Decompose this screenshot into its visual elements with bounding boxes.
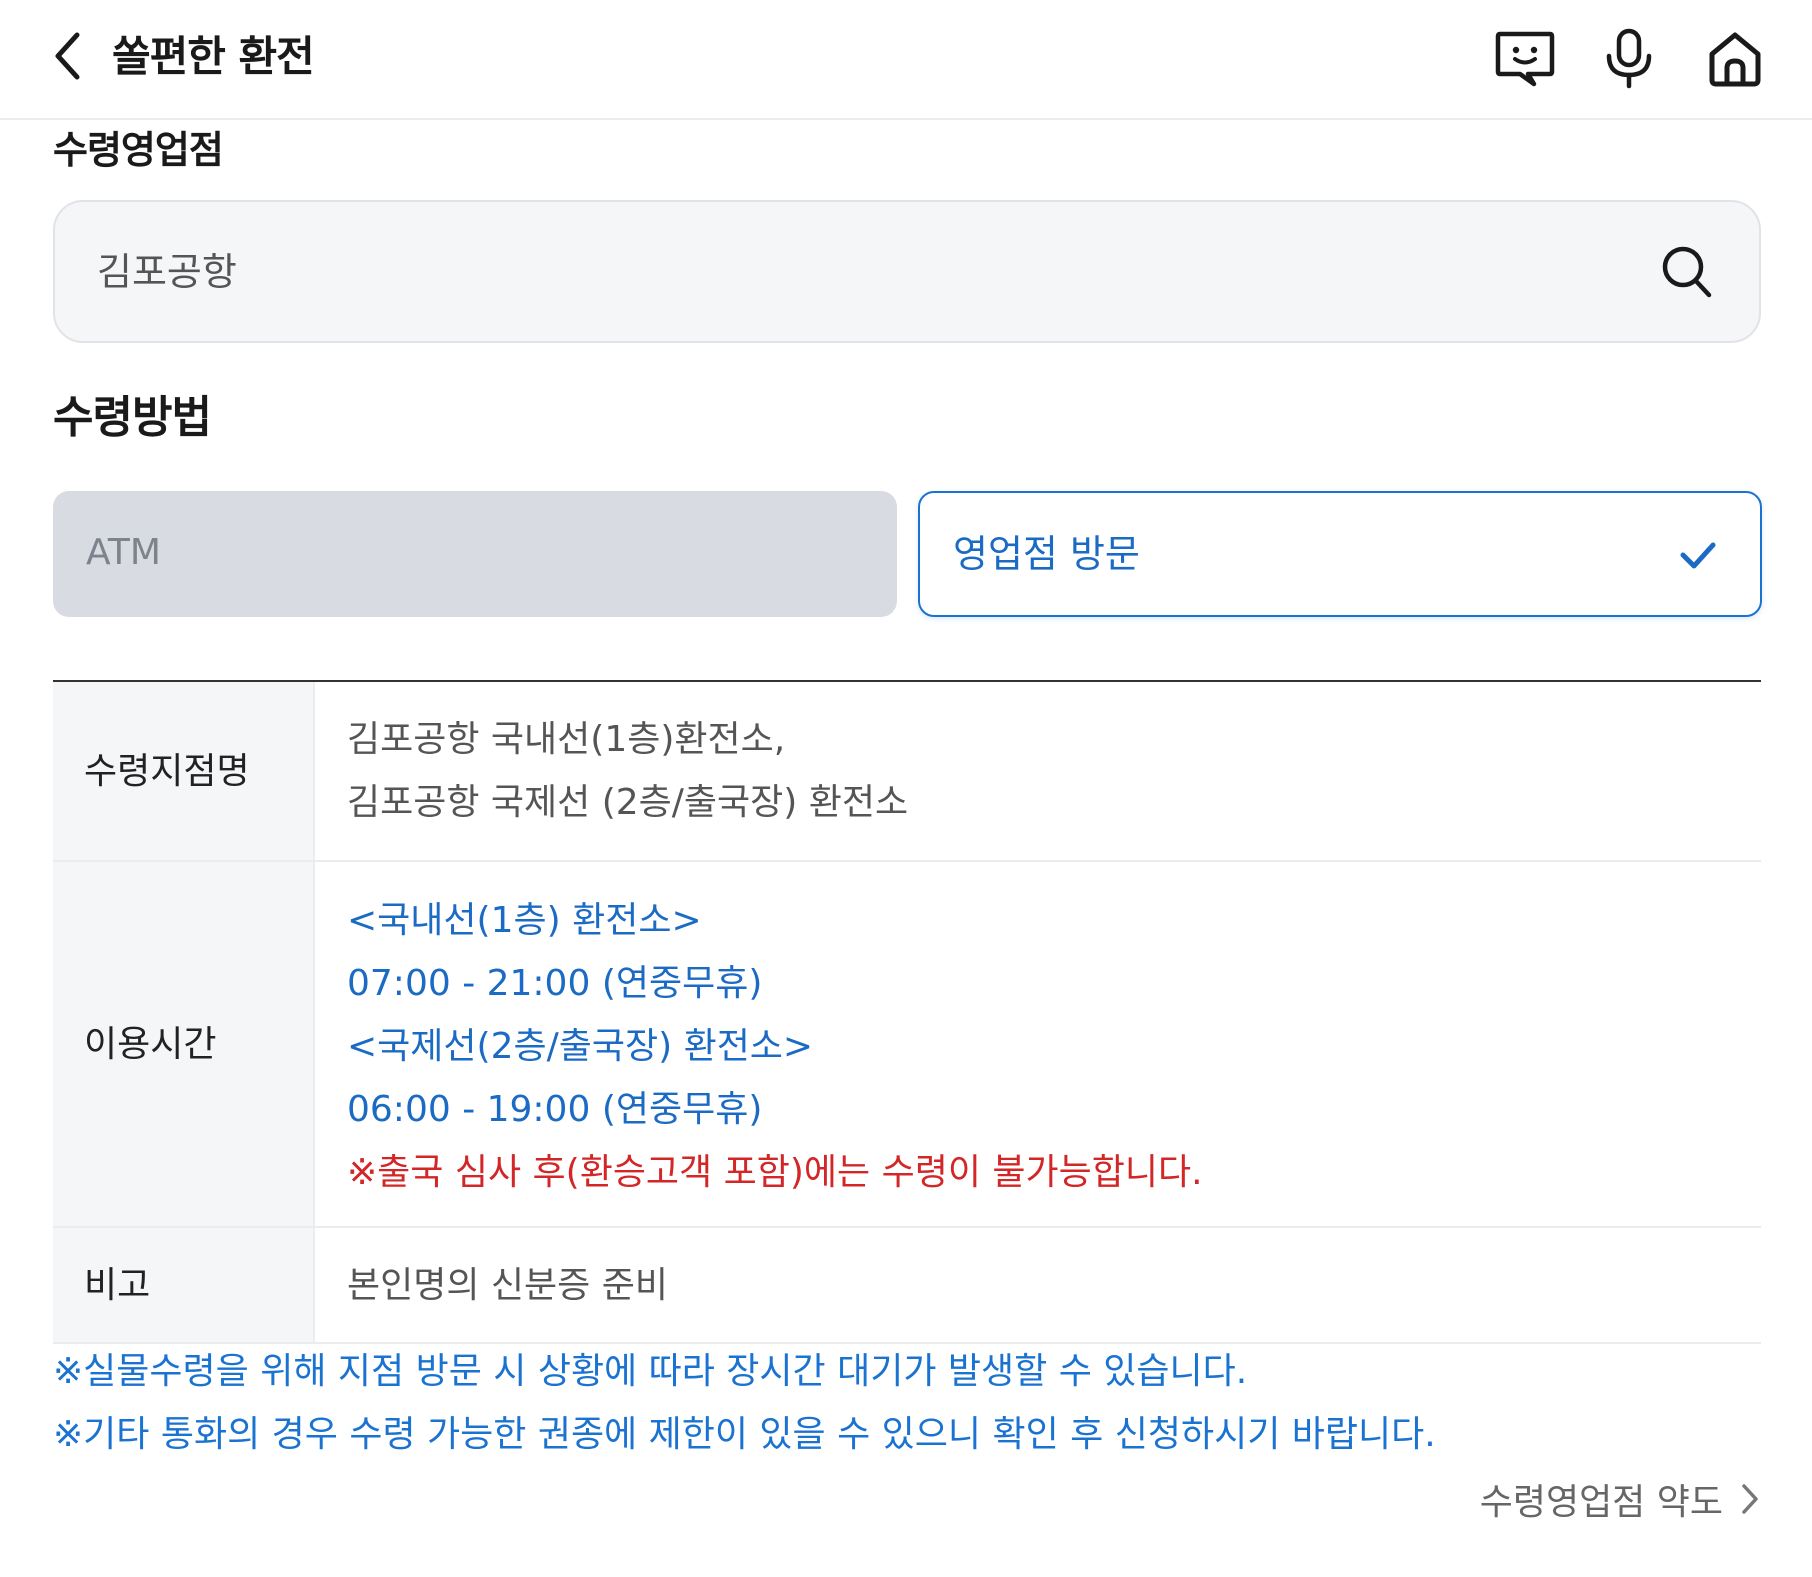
row-header: 이용시간 <box>84 1024 217 1065</box>
row-header: 비고 <box>84 1265 151 1306</box>
notice-item: ※실물수령을 위해 지점 방문 시 상황에 따라 장시간 대기가 발생할 수 있… <box>53 1351 1248 1392</box>
hours-line: 06:00 - 19:00 (연중무휴) <box>347 1089 763 1130</box>
back-icon <box>55 32 80 80</box>
method-label: 수령방법 <box>53 392 212 443</box>
branch-name-line: 김포공항 국내선(1층)환전소, <box>347 719 786 760</box>
branch-label: 수령영업점 <box>53 128 224 172</box>
branch-name-line: 김포공항 국제선 (2층/출국장) 환전소 <box>347 782 909 823</box>
home-button[interactable] <box>1700 24 1770 94</box>
notice-item: ※기타 통화의 경우 수령 가능한 권종에 제한이 있을 수 있으니 확인 후 … <box>53 1414 1436 1455</box>
hours-line: <국제선(2층/출국장) 환전소> <box>347 1026 814 1067</box>
hours-warning: ※출국 심사 후(환승고객 포함)에는 수령이 불가능합니다. <box>347 1152 1203 1193</box>
row-value-cell: 본인명의 신분증 준비 <box>347 1254 1761 1317</box>
chatbot-button[interactable] <box>1490 24 1560 94</box>
chatbot-icon <box>1495 31 1555 87</box>
chevron-right-icon <box>1742 1484 1758 1514</box>
method-option-label: ATM <box>86 532 161 573</box>
check-icon <box>1680 542 1716 569</box>
row-value-cell: <국내선(1층) 환전소> 07:00 - 21:00 (연중무휴) <국제선(… <box>347 889 1761 1204</box>
row-header-cell: 비고 <box>53 1228 315 1342</box>
method-option-label: 영업점 방문 <box>953 532 1140 576</box>
search-button[interactable] <box>1659 242 1715 302</box>
method-option-branch-visit[interactable]: 영업점 방문 <box>918 491 1762 617</box>
row-header: 수령지점명 <box>84 751 250 792</box>
microphone-icon <box>1606 28 1652 89</box>
method-option-atm[interactable]: ATM <box>53 491 897 617</box>
home-icon <box>1709 32 1761 87</box>
table-row-branch-name: 수령지점명 김포공항 국내선(1층)환전소, 김포공항 국제선 (2층/출국장)… <box>53 682 1761 862</box>
branch-map-link-label: 수령영업점 약도 <box>1479 1482 1723 1523</box>
row-header-cell: 수령지점명 <box>53 682 315 860</box>
page-title: 쏠편한 환전 <box>112 32 315 81</box>
branch-search-value: 김포공항 <box>97 250 237 294</box>
hours-line: 07:00 - 21:00 (연중무휴) <box>347 963 763 1004</box>
branch-search-input[interactable]: 김포공항 <box>53 200 1761 343</box>
search-icon <box>1662 246 1712 298</box>
back-button[interactable] <box>44 28 92 84</box>
branch-map-link[interactable]: 수령영업점 약도 <box>1480 1471 1761 1527</box>
row-value-cell: 김포공항 국내선(1층)환전소, 김포공항 국제선 (2층/출국장) 환전소 <box>347 708 1761 834</box>
top-app-bar: 쏠편한 환전 <box>0 0 1812 120</box>
branch-info-table: 수령지점명 김포공항 국내선(1층)환전소, 김포공항 국제선 (2층/출국장)… <box>53 680 1761 1344</box>
table-row-remarks: 비고 본인명의 신분증 준비 <box>53 1228 1761 1344</box>
remarks-line: 본인명의 신분증 준비 <box>347 1265 668 1306</box>
hours-line: <국내선(1층) 환전소> <box>347 900 702 941</box>
table-row-hours: 이용시간 <국내선(1층) 환전소> 07:00 - 21:00 (연중무휴) … <box>53 862 1761 1228</box>
voice-button[interactable] <box>1594 24 1664 94</box>
notice-list: ※실물수령을 위해 지점 방문 시 상황에 따라 장시간 대기가 발생할 수 있… <box>53 1340 1436 1466</box>
row-header-cell: 이용시간 <box>53 862 315 1226</box>
